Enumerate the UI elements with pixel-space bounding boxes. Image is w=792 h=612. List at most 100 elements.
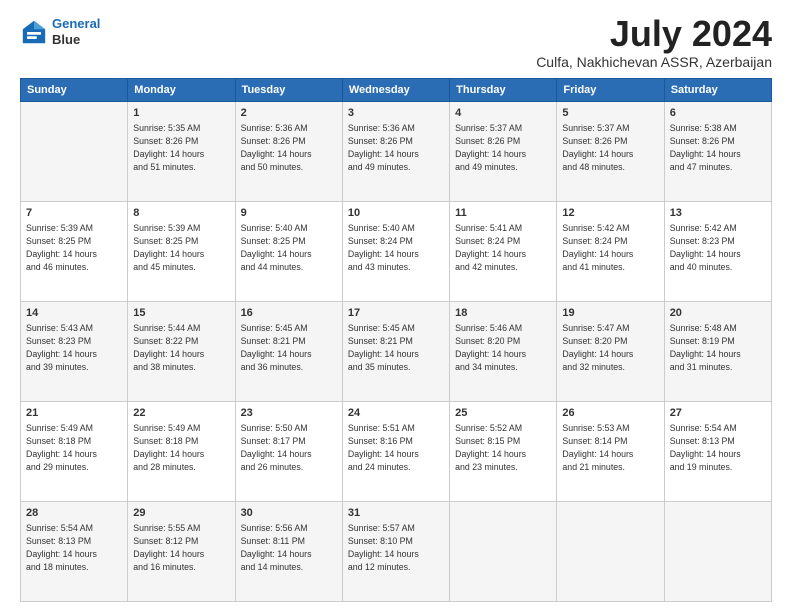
day-info: Sunrise: 5:56 AM Sunset: 8:11 PM Dayligh…: [241, 522, 337, 573]
week-row-1: 7Sunrise: 5:39 AM Sunset: 8:25 PM Daylig…: [21, 202, 772, 302]
day-number: 22: [133, 406, 229, 421]
day-info: Sunrise: 5:57 AM Sunset: 8:10 PM Dayligh…: [348, 522, 444, 573]
day-number: 29: [133, 506, 229, 521]
day-number: 14: [26, 306, 122, 321]
day-info: Sunrise: 5:54 AM Sunset: 8:13 PM Dayligh…: [26, 522, 122, 573]
day-cell: 14Sunrise: 5:43 AM Sunset: 8:23 PM Dayli…: [21, 302, 128, 402]
day-cell: 5Sunrise: 5:37 AM Sunset: 8:26 PM Daylig…: [557, 102, 664, 202]
day-cell: 2Sunrise: 5:36 AM Sunset: 8:26 PM Daylig…: [235, 102, 342, 202]
day-number: 21: [26, 406, 122, 421]
week-row-3: 21Sunrise: 5:49 AM Sunset: 8:18 PM Dayli…: [21, 402, 772, 502]
day-info: Sunrise: 5:42 AM Sunset: 8:24 PM Dayligh…: [562, 222, 658, 273]
day-cell: 1Sunrise: 5:35 AM Sunset: 8:26 PM Daylig…: [128, 102, 235, 202]
logo-text: General Blue: [52, 16, 100, 47]
day-cell: 18Sunrise: 5:46 AM Sunset: 8:20 PM Dayli…: [450, 302, 557, 402]
day-info: Sunrise: 5:37 AM Sunset: 8:26 PM Dayligh…: [562, 122, 658, 173]
day-number: 2: [241, 106, 337, 121]
day-cell: 19Sunrise: 5:47 AM Sunset: 8:20 PM Dayli…: [557, 302, 664, 402]
day-number: 13: [670, 206, 766, 221]
day-number: 3: [348, 106, 444, 121]
day-cell: 10Sunrise: 5:40 AM Sunset: 8:24 PM Dayli…: [342, 202, 449, 302]
day-cell: 24Sunrise: 5:51 AM Sunset: 8:16 PM Dayli…: [342, 402, 449, 502]
day-info: Sunrise: 5:39 AM Sunset: 8:25 PM Dayligh…: [133, 222, 229, 273]
day-cell: 29Sunrise: 5:55 AM Sunset: 8:12 PM Dayli…: [128, 502, 235, 602]
day-number: 26: [562, 406, 658, 421]
day-number: 27: [670, 406, 766, 421]
day-info: Sunrise: 5:46 AM Sunset: 8:20 PM Dayligh…: [455, 322, 551, 373]
day-info: Sunrise: 5:37 AM Sunset: 8:26 PM Dayligh…: [455, 122, 551, 173]
location: Culfa, Nakhichevan ASSR, Azerbaijan: [536, 54, 772, 70]
day-cell: 11Sunrise: 5:41 AM Sunset: 8:24 PM Dayli…: [450, 202, 557, 302]
weekday-header-row: SundayMondayTuesdayWednesdayThursdayFrid…: [21, 79, 772, 102]
day-info: Sunrise: 5:51 AM Sunset: 8:16 PM Dayligh…: [348, 422, 444, 473]
day-info: Sunrise: 5:52 AM Sunset: 8:15 PM Dayligh…: [455, 422, 551, 473]
weekday-header-friday: Friday: [557, 79, 664, 102]
day-number: 25: [455, 406, 551, 421]
logo-line1: General: [52, 16, 100, 32]
day-number: 20: [670, 306, 766, 321]
day-number: 31: [348, 506, 444, 521]
day-info: Sunrise: 5:38 AM Sunset: 8:26 PM Dayligh…: [670, 122, 766, 173]
day-info: Sunrise: 5:44 AM Sunset: 8:22 PM Dayligh…: [133, 322, 229, 373]
day-number: 16: [241, 306, 337, 321]
day-number: 15: [133, 306, 229, 321]
day-info: Sunrise: 5:36 AM Sunset: 8:26 PM Dayligh…: [348, 122, 444, 173]
weekday-header-thursday: Thursday: [450, 79, 557, 102]
day-number: 8: [133, 206, 229, 221]
day-cell: 17Sunrise: 5:45 AM Sunset: 8:21 PM Dayli…: [342, 302, 449, 402]
day-cell: 31Sunrise: 5:57 AM Sunset: 8:10 PM Dayli…: [342, 502, 449, 602]
day-number: 23: [241, 406, 337, 421]
day-info: Sunrise: 5:45 AM Sunset: 8:21 PM Dayligh…: [241, 322, 337, 373]
day-cell: 20Sunrise: 5:48 AM Sunset: 8:19 PM Dayli…: [664, 302, 771, 402]
week-row-2: 14Sunrise: 5:43 AM Sunset: 8:23 PM Dayli…: [21, 302, 772, 402]
day-info: Sunrise: 5:45 AM Sunset: 8:21 PM Dayligh…: [348, 322, 444, 373]
day-cell: 6Sunrise: 5:38 AM Sunset: 8:26 PM Daylig…: [664, 102, 771, 202]
day-info: Sunrise: 5:55 AM Sunset: 8:12 PM Dayligh…: [133, 522, 229, 573]
week-row-4: 28Sunrise: 5:54 AM Sunset: 8:13 PM Dayli…: [21, 502, 772, 602]
day-cell: 22Sunrise: 5:49 AM Sunset: 8:18 PM Dayli…: [128, 402, 235, 502]
day-info: Sunrise: 5:50 AM Sunset: 8:17 PM Dayligh…: [241, 422, 337, 473]
day-info: Sunrise: 5:49 AM Sunset: 8:18 PM Dayligh…: [26, 422, 122, 473]
day-number: 1: [133, 106, 229, 121]
logo: General Blue: [20, 16, 100, 47]
logo-icon: [20, 18, 48, 46]
logo-line2: Blue: [52, 32, 100, 48]
day-cell: [450, 502, 557, 602]
weekday-header-saturday: Saturday: [664, 79, 771, 102]
calendar: SundayMondayTuesdayWednesdayThursdayFrid…: [20, 78, 772, 602]
day-cell: [21, 102, 128, 202]
day-cell: 13Sunrise: 5:42 AM Sunset: 8:23 PM Dayli…: [664, 202, 771, 302]
day-number: 30: [241, 506, 337, 521]
day-cell: 25Sunrise: 5:52 AM Sunset: 8:15 PM Dayli…: [450, 402, 557, 502]
day-info: Sunrise: 5:49 AM Sunset: 8:18 PM Dayligh…: [133, 422, 229, 473]
month-title: July 2024: [536, 16, 772, 52]
day-number: 5: [562, 106, 658, 121]
day-number: 4: [455, 106, 551, 121]
day-info: Sunrise: 5:47 AM Sunset: 8:20 PM Dayligh…: [562, 322, 658, 373]
day-cell: 27Sunrise: 5:54 AM Sunset: 8:13 PM Dayli…: [664, 402, 771, 502]
weekday-header-sunday: Sunday: [21, 79, 128, 102]
day-number: 24: [348, 406, 444, 421]
day-cell: 30Sunrise: 5:56 AM Sunset: 8:11 PM Dayli…: [235, 502, 342, 602]
day-cell: 4Sunrise: 5:37 AM Sunset: 8:26 PM Daylig…: [450, 102, 557, 202]
weekday-header-wednesday: Wednesday: [342, 79, 449, 102]
day-cell: 7Sunrise: 5:39 AM Sunset: 8:25 PM Daylig…: [21, 202, 128, 302]
day-number: 11: [455, 206, 551, 221]
day-info: Sunrise: 5:53 AM Sunset: 8:14 PM Dayligh…: [562, 422, 658, 473]
day-number: 6: [670, 106, 766, 121]
day-info: Sunrise: 5:40 AM Sunset: 8:25 PM Dayligh…: [241, 222, 337, 273]
day-cell: [664, 502, 771, 602]
title-block: July 2024 Culfa, Nakhichevan ASSR, Azerb…: [536, 16, 772, 70]
day-number: 9: [241, 206, 337, 221]
day-number: 12: [562, 206, 658, 221]
day-info: Sunrise: 5:42 AM Sunset: 8:23 PM Dayligh…: [670, 222, 766, 273]
week-row-0: 1Sunrise: 5:35 AM Sunset: 8:26 PM Daylig…: [21, 102, 772, 202]
day-cell: 23Sunrise: 5:50 AM Sunset: 8:17 PM Dayli…: [235, 402, 342, 502]
day-cell: 12Sunrise: 5:42 AM Sunset: 8:24 PM Dayli…: [557, 202, 664, 302]
day-cell: 3Sunrise: 5:36 AM Sunset: 8:26 PM Daylig…: [342, 102, 449, 202]
day-info: Sunrise: 5:54 AM Sunset: 8:13 PM Dayligh…: [670, 422, 766, 473]
day-cell: 26Sunrise: 5:53 AM Sunset: 8:14 PM Dayli…: [557, 402, 664, 502]
day-info: Sunrise: 5:41 AM Sunset: 8:24 PM Dayligh…: [455, 222, 551, 273]
header: General Blue July 2024 Culfa, Nakhicheva…: [20, 16, 772, 70]
day-number: 10: [348, 206, 444, 221]
